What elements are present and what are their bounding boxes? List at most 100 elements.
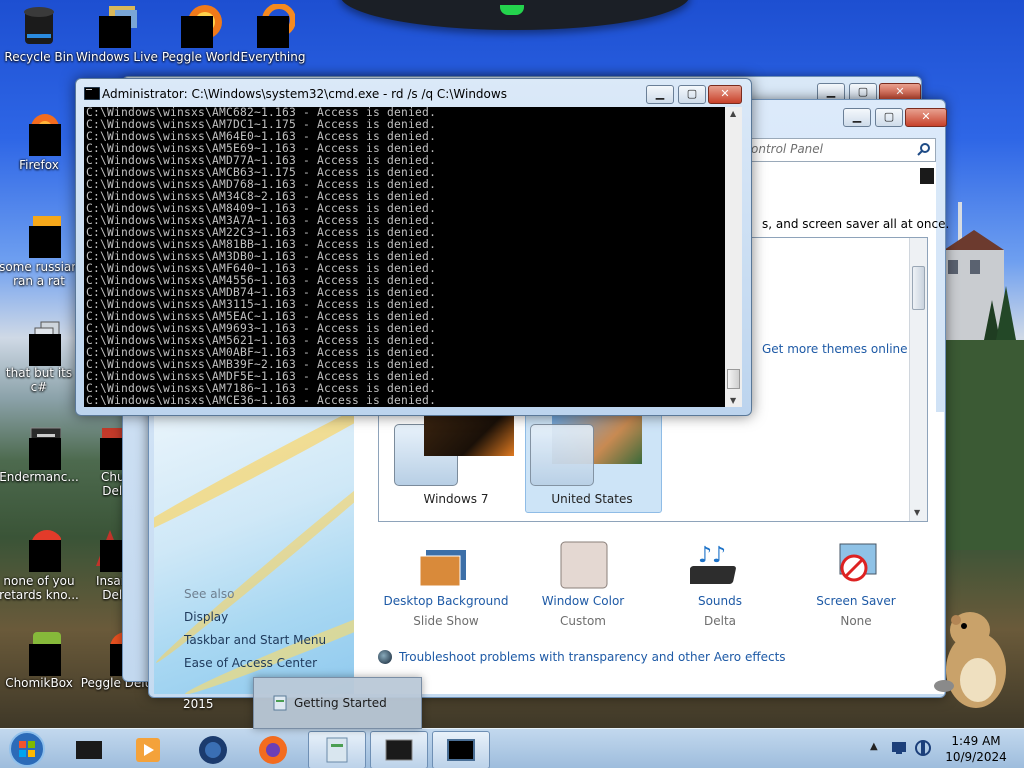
desktop-icon-windows-live[interactable]: Windows Live — [75, 4, 159, 64]
redacted-box — [181, 16, 213, 48]
window-color-icon — [560, 541, 608, 589]
tray-expand-icon[interactable]: ▲ — [870, 741, 878, 752]
clock[interactable]: 1:49 AM 10/9/2024 — [936, 733, 1016, 765]
see-also-link-display[interactable]: Display — [184, 610, 228, 624]
hamster-gadget[interactable] — [926, 600, 1022, 710]
see-also-link-ease-of-access[interactable]: Ease of Access Center — [184, 656, 317, 670]
rat-app-icon: e — [17, 214, 63, 258]
screen-saver-item[interactable]: Screen Saver None — [786, 540, 926, 628]
cmd-scrollbar[interactable]: ▲ ▼ — [725, 107, 742, 407]
taskbar-app-globe[interactable] — [186, 731, 242, 767]
cmd-output[interactable]: C:\Windows\winsxs\AMC682~1.163 - Access … — [84, 107, 725, 407]
notch-led — [500, 5, 524, 15]
troubleshoot-icon — [378, 650, 392, 664]
redacted-box — [29, 124, 61, 156]
maximize-icon: ▢ — [686, 87, 698, 100]
redacted-box — [29, 540, 61, 572]
globe-icon — [199, 736, 227, 764]
taskbar-cmd[interactable] — [432, 731, 490, 768]
peggle-icon — [179, 4, 223, 48]
taskbar-control-panel[interactable] — [308, 731, 366, 768]
media-player-icon — [136, 738, 160, 762]
window-color-item[interactable]: Window Color Custom — [513, 540, 653, 628]
redacted-box — [29, 438, 61, 470]
clock-date: 10/9/2024 — [945, 750, 1007, 764]
minimize-icon: ▁ — [655, 87, 665, 100]
close-button[interactable]: ✕ — [708, 85, 742, 104]
volume-icon[interactable] — [914, 739, 934, 757]
left-pane — [154, 412, 354, 694]
desktop-icon-that-but-csharp[interactable]: that but its c# — [0, 320, 81, 394]
minimize-icon: ▁ — [826, 85, 836, 98]
theme-united-states-thumb — [530, 424, 594, 486]
troubleshoot-link[interactable]: Troubleshoot problems with transparency … — [399, 650, 786, 664]
desktop-icon-firefox[interactable]: Firefox — [0, 112, 81, 172]
search-icon — [917, 143, 930, 156]
svg-text:♪♪: ♪♪ — [698, 543, 726, 568]
app-icon — [76, 741, 102, 759]
stacked-windows-icon — [17, 320, 61, 366]
redacted-box — [257, 16, 289, 48]
cmd-icon — [447, 739, 475, 761]
maximize-icon: ▢ — [857, 85, 869, 98]
close-button[interactable]: ✕ — [905, 108, 947, 127]
app-window-icon — [385, 739, 413, 761]
theme-label: Windows 7 — [423, 492, 489, 506]
desktop-icon-recycle-bin[interactable]: Recycle Bin — [0, 4, 81, 64]
get-more-themes-link[interactable]: Get more themes online — [762, 342, 908, 356]
terminal-app-icon — [17, 424, 62, 470]
taskbar-app-window[interactable] — [370, 731, 428, 768]
maximize-button[interactable]: ▢ — [875, 108, 903, 127]
scroll-thumb[interactable] — [912, 266, 925, 310]
close-icon: ✕ — [720, 87, 730, 100]
scroll-up-icon[interactable]: ▲ — [730, 109, 736, 118]
help-icon[interactable] — [920, 168, 934, 184]
scroll-down-icon[interactable]: ▼ — [914, 508, 920, 517]
scroll-thumb[interactable] — [727, 369, 740, 389]
firefox-icon — [259, 736, 287, 764]
app-icon — [80, 424, 132, 470]
taskbar-media-player[interactable] — [120, 731, 176, 767]
taskbar-firefox[interactable] — [246, 731, 302, 767]
taskbar-app-1[interactable] — [62, 731, 118, 767]
themes-scrollbar[interactable]: ▼ — [909, 238, 927, 521]
desktop-icon-chomikbox[interactable]: ChomikBox — [0, 630, 81, 690]
clock-time: 1:49 AM — [951, 734, 1001, 748]
desktop-icon-everything[interactable]: Everything — [231, 3, 315, 64]
taskbar: ▲ 1:49 AM 10/9/2024 — [0, 728, 1024, 768]
sounds-icon: ♪♪ — [687, 543, 736, 584]
sounds-item[interactable]: ♪♪ Sounds Delta — [650, 540, 790, 628]
cmd-title: Administrator: C:\Windows\system32\cmd.e… — [102, 87, 507, 101]
getting-started-label: Getting Started — [294, 696, 387, 710]
desktop-icon-some-russian[interactable]: e some russian ran a rat — [0, 214, 81, 288]
start-button[interactable] — [8, 730, 46, 768]
intro-text: s, and screen saver all at once. — [762, 217, 950, 231]
minimize-button[interactable]: ▁ — [843, 108, 871, 127]
theme-windows7-preview — [424, 414, 514, 456]
cmd-window[interactable]: Administrator: C:\Windows\system32\cmd.e… — [75, 78, 752, 416]
cmd-icon — [84, 87, 100, 100]
search-placeholder: ontrol Panel — [751, 142, 823, 156]
redacted-box — [29, 226, 61, 258]
app-icon — [80, 528, 132, 572]
desktop: Recycle Bin Windows Live Peggle World Ev… — [0, 0, 1024, 768]
network-icon[interactable] — [890, 740, 908, 756]
theme-label: United States — [551, 492, 633, 506]
scroll-down-icon[interactable]: ▼ — [730, 396, 736, 405]
wallpaper-streak — [154, 412, 354, 550]
windows-live-icon — [95, 4, 139, 48]
control-panel-icon — [326, 737, 348, 763]
see-also-link-taskbar[interactable]: Taskbar and Start Menu — [184, 633, 326, 647]
close-icon: ✕ — [895, 85, 905, 98]
minimize-button[interactable]: ▁ — [646, 85, 674, 104]
recycle-bin-icon — [17, 4, 61, 48]
year-label: 2015 — [183, 697, 214, 711]
maximize-icon: ▢ — [883, 110, 895, 123]
close-icon: ✕ — [921, 110, 931, 123]
desktop-background-icon — [419, 550, 466, 587]
desktop-background-item[interactable]: Desktop Background Slide Show — [376, 540, 516, 628]
maximize-button[interactable]: ▢ — [678, 85, 706, 104]
redacted-box — [99, 16, 131, 48]
screen-saver-icon — [839, 543, 877, 582]
taskbar-thumbnail-popup[interactable]: Getting Started — [253, 677, 422, 729]
